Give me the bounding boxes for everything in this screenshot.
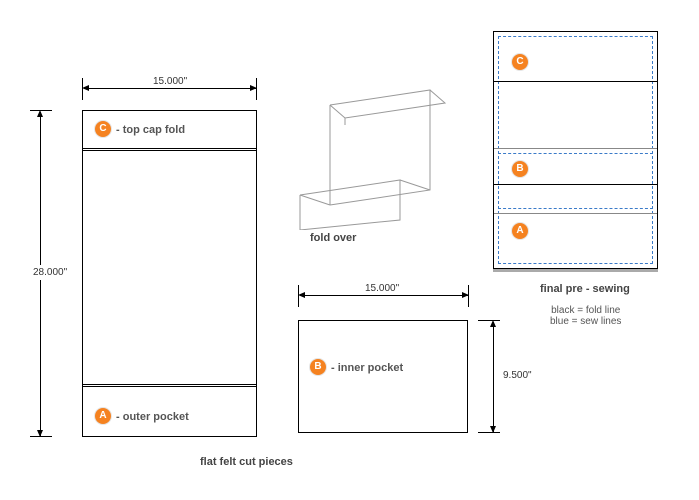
fold-line-top-2 <box>82 150 257 151</box>
legend: black = fold line blue = sew lines <box>550 305 621 327</box>
label-inner-pocket: - inner pocket <box>331 362 403 374</box>
dim-label-main-width: 15.000" <box>153 76 187 87</box>
arrow-right-icon <box>250 85 257 91</box>
arrow-right-icon <box>462 292 469 298</box>
dim-line <box>493 322 494 432</box>
foldover-sketch <box>275 85 465 230</box>
caption-foldover: fold over <box>310 232 356 244</box>
fold-line-final-top <box>494 81 657 82</box>
caption-flat: flat felt cut pieces <box>200 456 293 468</box>
arrow-down-icon <box>490 426 496 433</box>
dim-label-pocket-width: 15.000" <box>365 283 399 294</box>
fold-line-final-mid-light <box>494 148 657 149</box>
badge-b-final: B <box>512 161 528 177</box>
legend-line-2: blue = sew lines <box>550 316 621 327</box>
arrow-up-icon <box>37 110 43 117</box>
arrow-left-icon <box>82 85 89 91</box>
fold-line-bottom-2 <box>82 386 257 387</box>
label-top-cap-fold: - top cap fold <box>116 124 185 136</box>
arrow-left-icon <box>298 292 305 298</box>
label-outer-pocket: - outer pocket <box>116 411 189 423</box>
badge-b-pocket: B <box>310 359 326 375</box>
arrow-up-icon <box>490 320 496 327</box>
dim-label-main-height: 28.000" <box>33 265 67 280</box>
arrow-down-icon <box>37 430 43 437</box>
badge-a-final: A <box>512 223 528 239</box>
dim-line <box>84 88 256 89</box>
fold-line-top <box>82 148 257 149</box>
main-flat-piece <box>82 110 257 437</box>
fold-line-bottom <box>82 384 257 385</box>
dim-tick <box>478 320 500 321</box>
badge-a-main: A <box>95 408 111 424</box>
base-shadow <box>493 269 658 272</box>
inner-pocket-piece <box>298 320 468 433</box>
dim-tick <box>478 432 500 433</box>
fold-line-final-low-light <box>494 213 657 214</box>
caption-final: final pre - sewing <box>540 283 630 295</box>
badge-c-final: C <box>512 54 528 70</box>
dim-line <box>300 295 468 296</box>
dim-label-pocket-height: 9.500" <box>503 370 532 381</box>
badge-c-main: C <box>95 121 111 137</box>
legend-line-1: black = fold line <box>550 305 621 316</box>
